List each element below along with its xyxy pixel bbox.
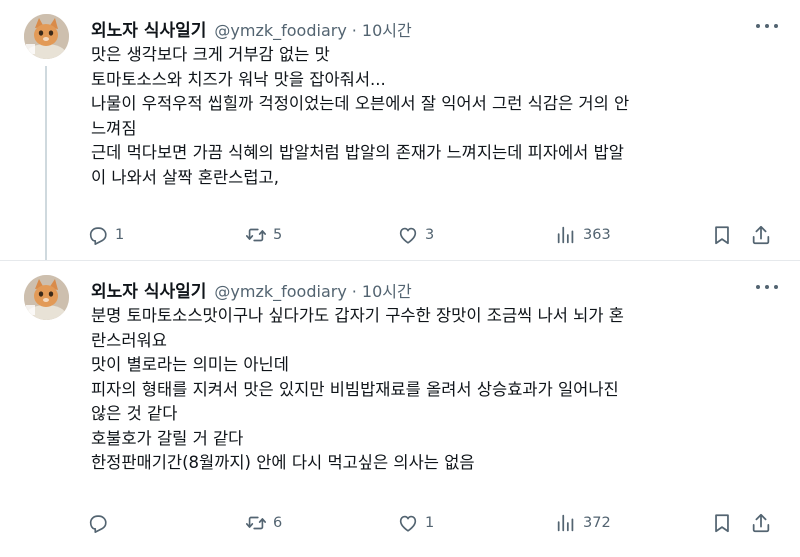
reply-button[interactable]: 1 — [87, 223, 124, 247]
like-count: 1 — [425, 515, 435, 531]
tweet-header: 외노자 식사일기 @ymzk_foodiary · 10시간 — [91, 277, 750, 302]
tweet-header: 외노자 식사일기 @ymzk_foodiary · 10시간 — [91, 16, 750, 41]
like-button[interactable]: 1 — [397, 511, 434, 535]
tweet-text: 맛은 생각보다 크게 거부감 없는 맛 토마토소스와 치즈가 워낙 맛을 잡아줘… — [91, 43, 781, 190]
tweet-text-line: 않은 것 같다 — [91, 404, 178, 423]
reply-count: 1 — [115, 227, 125, 243]
tweet-text-line: 근데 먹다보면 가끔 식혜의 밥알처럼 밥알의 존재가 느껴지는데 피자에서 밥… — [91, 143, 624, 162]
tweet-text-line: 느껴짐 — [91, 118, 137, 138]
tweet-text-line: 토마토소스와 치즈가 워낙 맛을 잡아줘서... — [91, 69, 386, 89]
tweet-text-line: 분명 토마토소스맛이구나 싶다가도 갑자기 구수한 장맛이 조금씩 나서 뇌가 … — [91, 306, 624, 325]
author-handle[interactable]: @ymzk_foodiary — [214, 282, 346, 301]
author-name[interactable]: 외노자 식사일기 — [91, 277, 206, 302]
avatar[interactable] — [24, 275, 69, 320]
like-button[interactable]: 3 — [397, 223, 434, 247]
timestamp[interactable]: 10시간 — [362, 278, 412, 302]
tweet[interactable]: 외노자 식사일기 @ymzk_foodiary · 10시간 맛은 생각보다 크… — [0, 0, 800, 260]
view-count: 363 — [583, 227, 611, 243]
tweet-text-line: 맛은 생각보다 크게 거부감 없는 맛 — [91, 45, 330, 64]
timestamp[interactable]: 10시간 — [362, 17, 412, 41]
heart-icon — [399, 227, 417, 244]
tweet-text-line: 나물이 우적우적 씹힐까 걱정이었는데 오븐에서 잘 익어서 그런 식감은 거의… — [91, 94, 630, 113]
bookmark-icon — [715, 514, 729, 533]
reply-icon — [89, 515, 107, 533]
bookmark-button[interactable] — [711, 511, 733, 535]
tweet-text-line: 맛이 별로라는 의미는 아닌데 — [91, 355, 289, 374]
action-bar: 6 1 372 — [87, 511, 776, 535]
tweet-text: 분명 토마토소스맛이구나 싶다가도 갑자기 구수한 장맛이 조금씩 나서 뇌가 … — [91, 304, 781, 476]
author-name[interactable]: 외노자 식사일기 — [91, 16, 206, 41]
repost-icon — [246, 516, 266, 530]
repost-button[interactable]: 5 — [245, 223, 282, 247]
share-icon — [752, 225, 770, 245]
action-bar: 1 5 3 363 — [87, 223, 776, 247]
more-icon[interactable] — [756, 279, 778, 295]
avatar[interactable] — [24, 14, 69, 59]
tweet-text-line: 란스러워요 — [91, 330, 167, 350]
repost-icon — [246, 228, 266, 242]
views-button[interactable]: 372 — [555, 511, 611, 535]
author-handle[interactable]: @ymzk_foodiary — [214, 21, 346, 40]
repost-count: 5 — [273, 227, 283, 243]
tweet-text-line: 한정판매기간(8월까지) 안에 다시 먹고싶은 의사는 없음 — [91, 453, 475, 472]
views-button[interactable]: 363 — [555, 223, 611, 247]
more-icon[interactable] — [756, 18, 778, 34]
like-count: 3 — [425, 227, 435, 243]
bookmark-button[interactable] — [711, 223, 733, 247]
tweet-text-line: 호불호가 갈릴 거 같다 — [91, 428, 244, 448]
separator-dot: · — [351, 21, 357, 40]
reply-button[interactable] — [87, 511, 115, 535]
views-icon — [557, 226, 574, 244]
share-button[interactable] — [750, 511, 772, 535]
share-icon — [752, 513, 770, 533]
thread-connector — [45, 66, 47, 260]
views-icon — [557, 514, 574, 532]
share-button[interactable] — [750, 223, 772, 247]
heart-icon — [399, 515, 417, 532]
bookmark-icon — [715, 226, 729, 245]
tweet-text-line: 피자의 형태를 지켜서 맛은 있지만 비빔밥재료를 올려서 상승효과가 일어나진 — [91, 379, 619, 399]
reply-icon — [89, 227, 107, 245]
separator-dot: · — [351, 282, 357, 301]
tweet-text-line: 이 나와서 살짝 혼란스럽고, — [91, 167, 279, 187]
tweet[interactable]: 외노자 식사일기 @ymzk_foodiary · 10시간 분명 토마토소스맛… — [0, 261, 800, 557]
repost-button[interactable]: 6 — [245, 511, 282, 535]
view-count: 372 — [583, 515, 611, 531]
repost-count: 6 — [273, 515, 283, 531]
